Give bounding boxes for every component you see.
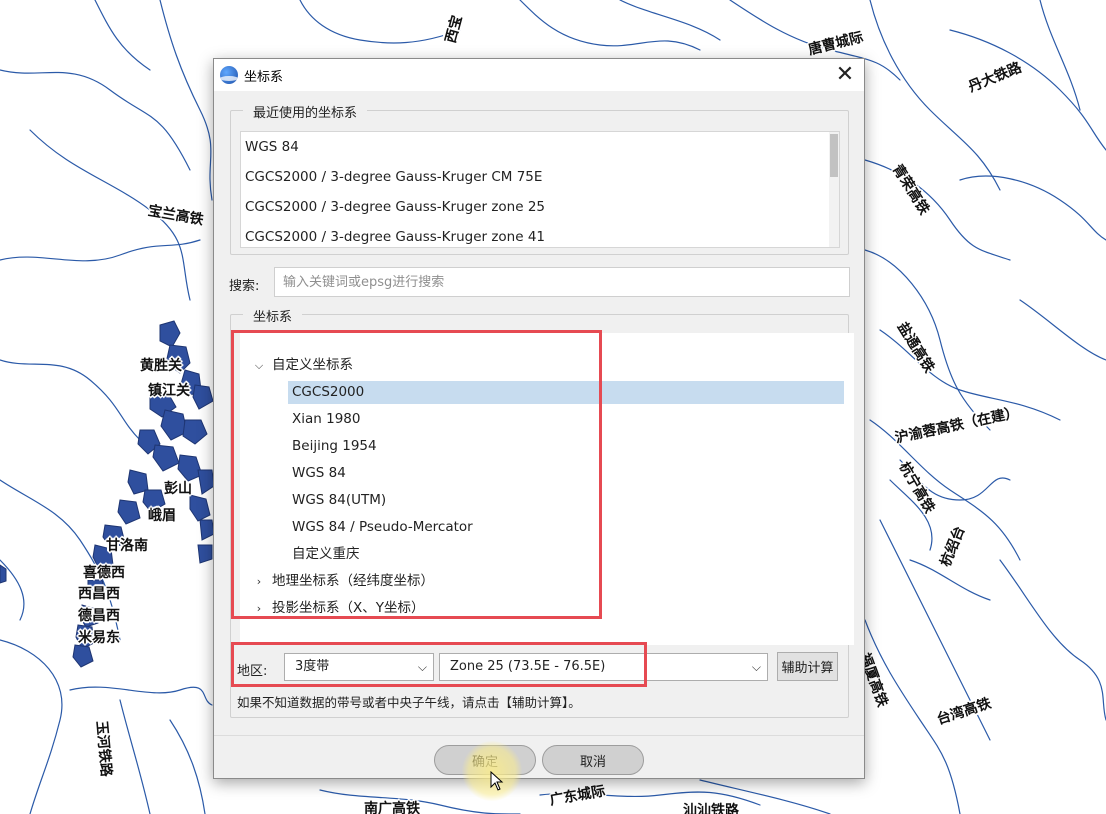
band-select[interactable]: 3度带 ⌵ [284, 653, 434, 681]
tree-item-label: WGS 84 / Pseudo-Mercator [292, 519, 473, 535]
footer-divider [214, 735, 864, 736]
crs-tree-group-title: 坐标系 [243, 306, 303, 325]
map-label: 南广高铁 [364, 801, 420, 814]
map-line [319, 789, 521, 814]
assist-calc-button[interactable]: 辅助计算 [777, 652, 838, 681]
tree-item-label: CGCS2000 [292, 384, 365, 400]
list-item[interactable]: WGS 84 [241, 132, 839, 162]
map-marker [0, 564, 7, 584]
chevron-right-icon[interactable]: › [252, 597, 266, 620]
map-label: 米易东 [78, 630, 120, 646]
map-label: 西昌西 [78, 586, 120, 602]
map-line [299, 0, 461, 44]
chevron-down-icon: ⌵ [417, 660, 427, 674]
map-line [1019, 299, 1106, 361]
map-marker [199, 519, 215, 541]
tree-node-label: 地理坐标系（经纬度坐标） [272, 573, 434, 589]
chevron-right-icon[interactable]: › [252, 570, 266, 593]
map-line [619, 0, 721, 41]
map-label: 峨眉 [148, 508, 176, 524]
tree-item-label: WGS 84 [292, 465, 346, 481]
tree-item-beijing1954[interactable]: Beijing 1954 [288, 435, 844, 458]
map-line [159, 0, 213, 201]
scrollbar-thumb[interactable] [830, 134, 838, 177]
map-line [0, 359, 141, 441]
dialog-title: 坐标系 [244, 69, 284, 85]
tree-item-wgs84[interactable]: WGS 84 [288, 462, 844, 485]
tree-node-label: 投影坐标系（X、Y坐标） [272, 600, 425, 616]
mouse-pointer-icon [490, 771, 504, 791]
map-line [0, 239, 201, 262]
map-marker [197, 469, 215, 495]
map-marker [189, 494, 211, 522]
band-select-value: 3度带 [295, 659, 330, 674]
tree-node-projected[interactable]: › 投影坐标系（X、Y坐标） [240, 597, 854, 620]
recent-crs-group: 最近使用的坐标系 WGS 84 CGCS2000 / 3-degree Gaus… [230, 102, 849, 255]
map-line [119, 699, 151, 814]
region-label: 地区: [237, 664, 268, 679]
zone-select[interactable]: Zone 25 (73.5E - 76.5E) ⌵ [439, 653, 768, 681]
map-line [869, 0, 1001, 191]
close-icon[interactable]: ✕ [832, 62, 858, 88]
recent-list-scrollbar[interactable] [829, 132, 839, 247]
recent-crs-group-title: 最近使用的坐标系 [243, 102, 368, 121]
hint-text: 如果不知道数据的带号或者中央子午线，请点击【辅助计算】。 [237, 695, 581, 710]
map-marker [72, 644, 94, 668]
map-line [0, 639, 63, 814]
tree-item-wgs84-utm[interactable]: WGS 84(UTM) [288, 489, 844, 512]
map-line [69, 686, 213, 706]
zone-select-value: Zone 25 (73.5E - 76.5E) [450, 659, 606, 674]
chevron-down-icon: ⌵ [751, 660, 761, 674]
map-label: 甘洛南 [106, 538, 148, 554]
search-label: 搜索: [229, 279, 260, 294]
map-line [0, 69, 191, 171]
tree-item-label: Beijing 1954 [292, 438, 377, 454]
map-marker [152, 444, 180, 472]
map-marker [117, 499, 141, 525]
map-marker [197, 544, 213, 564]
crs-tree: ⌵ 自定义坐标系 CGCS2000 Xian 1980 Beijing 1954… [240, 333, 854, 645]
map-label: 汕汕铁路 [683, 803, 739, 814]
map-label: 镇江关 [148, 383, 190, 399]
map-line [864, 249, 991, 431]
map-marker [192, 384, 214, 410]
tree-item-pseudo-mercator[interactable]: WGS 84 / Pseudo-Mercator [288, 516, 844, 539]
tree-node-custom[interactable]: ⌵ 自定义坐标系 [240, 354, 854, 377]
map-line [999, 559, 1106, 721]
map-line [864, 159, 1011, 261]
search-input[interactable] [274, 267, 850, 297]
map-label: 喜德西 [83, 565, 125, 581]
chevron-down-icon[interactable]: ⌵ [252, 354, 266, 377]
map-label: 德昌西 [78, 608, 120, 624]
list-item[interactable]: CGCS2000 / 3-degree Gauss-Kruger zone 41 [241, 222, 839, 247]
tree-item-custom-chongqing[interactable]: 自定义重庆 [288, 543, 844, 566]
map-line [519, 0, 701, 51]
recent-crs-list: WGS 84 CGCS2000 / 3-degree Gauss-Kruger … [240, 131, 840, 248]
tree-item-xian1980[interactable]: Xian 1980 [288, 408, 844, 431]
map-line [94, 0, 151, 71]
tree-item-label: Xian 1980 [292, 411, 361, 427]
tree-item-label: 自定义重庆 [292, 546, 360, 562]
dialog-titlebar[interactable]: 坐标系 ✕ [214, 59, 864, 91]
map-marker [159, 320, 181, 348]
map-line [169, 719, 206, 814]
ok-button[interactable]: 确定 [434, 745, 536, 775]
app-globe-icon [220, 66, 238, 84]
map-line [1039, 0, 1081, 111]
list-item[interactable]: CGCS2000 / 3-degree Gauss-Kruger CM 75E [241, 162, 839, 192]
tree-node-label: 自定义坐标系 [272, 357, 353, 373]
map-label: 黄胜关 [140, 358, 182, 374]
map-label: 彭山 [164, 481, 192, 497]
cancel-button[interactable]: 取消 [542, 745, 644, 775]
coordinate-system-dialog: 坐标系 ✕ 最近使用的坐标系 WGS 84 CGCS2000 / 3-degre… [213, 58, 865, 779]
map-marker [182, 419, 208, 445]
tree-node-geographic[interactable]: › 地理坐标系（经纬度坐标） [240, 570, 854, 593]
map-line [959, 175, 1106, 241]
list-item[interactable]: CGCS2000 / 3-degree Gauss-Kruger zone 25 [241, 192, 839, 222]
crs-tree-group: 坐标系 ⌵ 自定义坐标系 CGCS2000 Xian 1980 Beijing … [230, 306, 854, 718]
tree-item-label: WGS 84(UTM) [292, 492, 387, 508]
tree-item-cgcs2000[interactable]: CGCS2000 [288, 381, 844, 404]
